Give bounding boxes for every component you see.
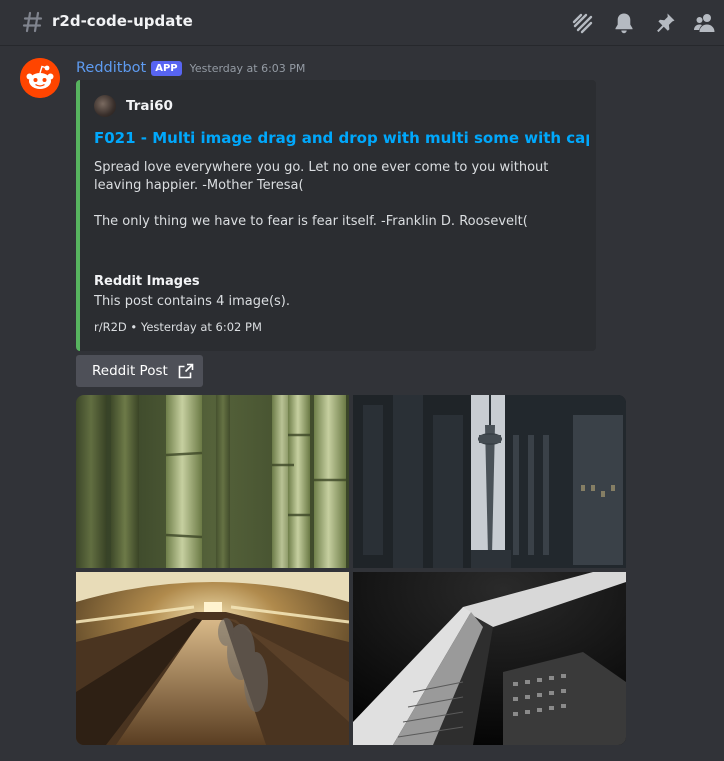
members-icon[interactable] xyxy=(693,11,717,35)
gallery-image-bamboo[interactable] xyxy=(76,395,349,568)
embed-field-name: Reddit Images xyxy=(94,274,200,289)
channel-name: r2d-code-update xyxy=(52,12,193,30)
reddit-post-button[interactable]: Reddit Post xyxy=(76,355,203,387)
reddit-post-button-label: Reddit Post xyxy=(92,363,168,379)
embed-author-avatar xyxy=(94,95,116,117)
gallery-image-cn-tower[interactable] xyxy=(353,395,626,568)
embed-author-name: Trai60 xyxy=(126,98,173,114)
message-header: Redditbot APP Yesterday at 6:03 PM xyxy=(76,58,305,78)
bell-icon[interactable] xyxy=(612,11,636,35)
external-link-icon xyxy=(178,363,194,379)
embed-author: Trai60 xyxy=(94,95,173,117)
embed-field-value: This post contains 4 image(s). xyxy=(94,294,291,309)
channel-header: r2d-code-update xyxy=(0,0,724,46)
message-timestamp[interactable]: Yesterday at 6:03 PM xyxy=(190,62,306,75)
gallery-image-escalator-tunnel[interactable] xyxy=(76,572,349,745)
pin-icon[interactable] xyxy=(653,11,677,35)
embed-title-link[interactable]: F021 - Multi image drag and drop with mu… xyxy=(94,129,589,147)
gallery-image-dark-architecture[interactable] xyxy=(353,572,626,745)
embed-footer: r/R2D • Yesterday at 6:02 PM xyxy=(94,320,262,334)
reddit-snoo-icon xyxy=(20,58,60,98)
rich-embed: Trai60 F021 - Multi image drag and drop … xyxy=(76,80,596,351)
author-name[interactable]: Redditbot xyxy=(76,60,146,76)
app-badge: APP xyxy=(151,60,182,76)
reddit-bot-avatar[interactable] xyxy=(20,58,60,98)
image-gallery xyxy=(76,395,626,745)
embed-description: Spread love everywhere you go. Let no on… xyxy=(94,160,549,229)
threads-icon[interactable] xyxy=(571,11,595,35)
message: Redditbot APP Yesterday at 6:03 PM Trai6… xyxy=(0,46,724,761)
channel-hash-icon xyxy=(22,11,43,33)
